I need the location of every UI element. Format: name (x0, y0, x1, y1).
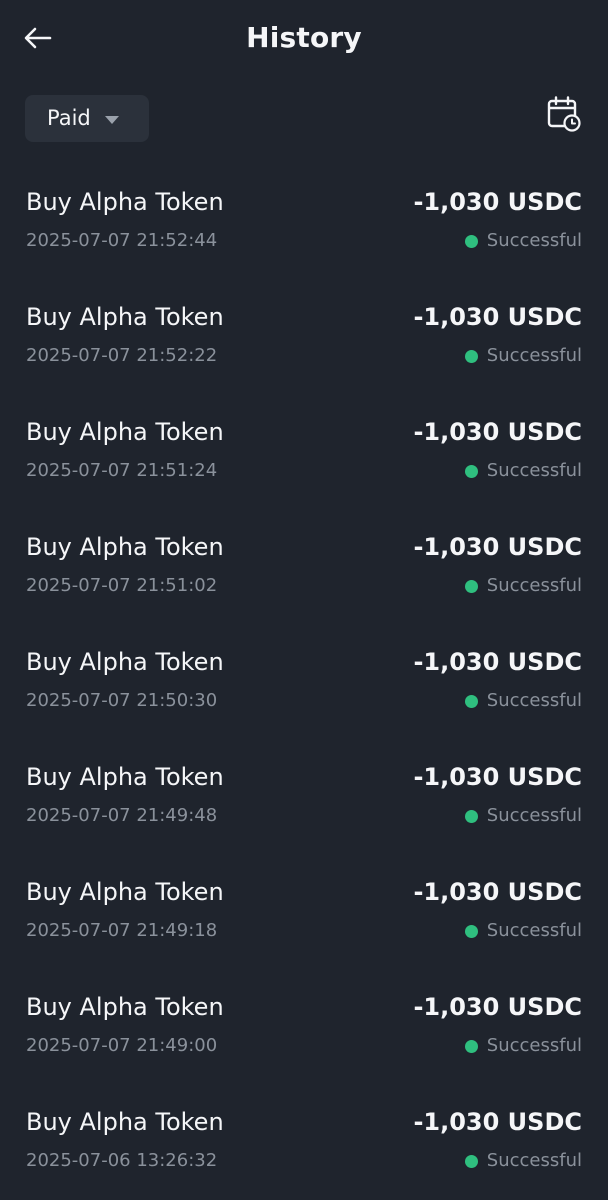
transaction-title: Buy Alpha Token (26, 1108, 224, 1136)
transaction-title: Buy Alpha Token (26, 418, 224, 446)
transaction-title: Buy Alpha Token (26, 188, 224, 216)
status-dot-icon (464, 579, 478, 593)
transaction-row[interactable]: Buy Alpha Token 2025-07-06 13:26:32 -1,030… (0, 1080, 608, 1195)
transaction-title: Buy Alpha Token (26, 303, 224, 331)
calendar-clock-icon (547, 96, 581, 132)
transaction-title: Buy Alpha Token (26, 648, 224, 676)
transaction-time: 2025-07-07 21:51:02 (26, 575, 218, 596)
transaction-row[interactable]: Buy Alpha Token 2025-07-07 21:49:18 -1,030… (0, 850, 608, 965)
transaction-row[interactable]: Buy Alpha Token 2025-07-07 21:52:44 -1,030… (0, 160, 608, 275)
status-dot-icon (464, 924, 478, 938)
transaction-amount: -1,030 USDC (413, 188, 582, 216)
transaction-status: Successful (464, 343, 582, 369)
status-filter-dropdown[interactable]: Paid (25, 95, 149, 142)
transaction-amount: -1,030 USDC (413, 648, 582, 676)
transaction-time: 2025-07-06 13:26:32 (26, 1150, 218, 1171)
status-dot-icon (464, 809, 478, 823)
status-dot-icon (464, 694, 478, 708)
transaction-amount: -1,030 USDC (413, 418, 582, 446)
status-text: Successful (486, 345, 582, 366)
transaction-time: 2025-07-07 21:49:48 (26, 805, 218, 826)
status-text: Successful (486, 1035, 582, 1056)
transaction-time: 2025-07-07 21:52:44 (26, 230, 218, 251)
transaction-status: Successful (464, 573, 582, 599)
status-text: Successful (486, 230, 582, 251)
transaction-title: Buy Alpha Token (26, 763, 224, 791)
top-bar: History (0, 0, 608, 78)
transaction-row[interactable]: Buy Alpha Token 2025-07-07 21:51:24 -1,030… (0, 390, 608, 505)
transaction-row[interactable]: Buy Alpha Token 2025-07-07 21:52:22 -1,030… (0, 275, 608, 390)
transaction-status: Successful (464, 803, 582, 829)
status-text: Successful (486, 1150, 582, 1171)
transaction-status: Successful (464, 918, 582, 944)
transaction-amount: -1,030 USDC (413, 763, 582, 791)
transaction-status: Successful (464, 1148, 582, 1174)
transaction-status: Successful (464, 688, 582, 714)
filter-bar: Paid (0, 94, 608, 144)
transaction-amount: -1,030 USDC (413, 303, 582, 331)
transaction-row[interactable]: Buy Alpha Token 2025-07-07 21:51:02 -1,030… (0, 505, 608, 620)
status-filter-label: Paid (47, 106, 91, 130)
transaction-time: 2025-07-07 21:50:30 (26, 690, 218, 711)
status-dot-icon (464, 464, 478, 478)
transaction-amount: -1,030 USDC (413, 1108, 582, 1136)
status-dot-icon (464, 1039, 478, 1053)
transaction-time: 2025-07-07 21:49:00 (26, 1035, 218, 1056)
transaction-amount: -1,030 USDC (413, 533, 582, 561)
status-dot-icon (464, 234, 478, 248)
transaction-status: Successful (464, 228, 582, 254)
transaction-time: 2025-07-07 21:52:22 (26, 345, 218, 366)
caret-down-icon (104, 115, 119, 124)
transaction-list: Buy Alpha Token 2025-07-07 21:52:44 -1,030… (0, 160, 608, 1195)
status-dot-icon (464, 349, 478, 363)
status-text: Successful (486, 690, 582, 711)
transaction-amount: -1,030 USDC (413, 878, 582, 906)
transaction-row[interactable]: Buy Alpha Token 2025-07-07 21:49:00 -1,030… (0, 965, 608, 1080)
transaction-time: 2025-07-07 21:51:24 (26, 460, 218, 481)
transaction-row[interactable]: Buy Alpha Token 2025-07-07 21:49:48 -1,030… (0, 735, 608, 850)
transaction-status: Successful (464, 458, 582, 484)
transaction-row[interactable]: Buy Alpha Token 2025-07-07 21:50:30 -1,030… (0, 620, 608, 735)
transaction-title: Buy Alpha Token (26, 533, 224, 561)
transaction-title: Buy Alpha Token (26, 993, 224, 1021)
transaction-time: 2025-07-07 21:49:18 (26, 920, 218, 941)
page-title: History (246, 21, 362, 54)
date-filter-button[interactable] (546, 94, 582, 134)
status-text: Successful (486, 805, 582, 826)
status-text: Successful (486, 920, 582, 941)
status-text: Successful (486, 460, 582, 481)
transaction-amount: -1,030 USDC (413, 993, 582, 1021)
transaction-title: Buy Alpha Token (26, 878, 224, 906)
status-text: Successful (486, 575, 582, 596)
transaction-status: Successful (464, 1033, 582, 1059)
status-dot-icon (464, 1154, 478, 1168)
